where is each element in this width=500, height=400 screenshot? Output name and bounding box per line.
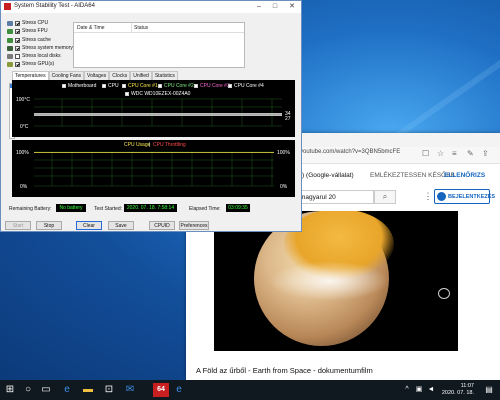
stop-button[interactable]: Stop [36,221,62,230]
close-icon[interactable]: ✕ [286,2,298,11]
memory-module-icon [7,45,13,51]
check-button[interactable]: ELLENŐRIZS [444,172,485,179]
search-input-value: magyarul 20 [300,194,336,201]
stress-disks-item[interactable]: Stress local disks [7,52,61,60]
disk-drive-icon [7,53,13,59]
remaining-battery-value: No battery [56,204,86,212]
elapsed-time-label: Elapsed Time: [189,206,221,212]
store-icon[interactable]: ⊡ [102,383,116,397]
stress-memory-label: Stress system memory [22,45,73,51]
stress-gpu-checkbox[interactable] [15,61,20,67]
clear-button[interactable]: Clear [76,221,102,230]
event-log-column-divider [131,23,132,32]
channel-watermark-icon [438,288,450,299]
stress-memory-item[interactable]: Stress system memory [7,44,73,52]
cpu-usage-grid [34,151,274,187]
cpuid-button[interactable]: CPUID [149,221,175,230]
notification-icon[interactable]: ▤ [482,383,496,397]
save-button[interactable]: Save [108,221,134,230]
taskbar-clock[interactable]: 11:07 2020. 07. 18. [442,383,474,397]
windows-start-icon[interactable]: ⊞ [3,383,17,397]
aida-app-icon [4,3,11,10]
tab-unified[interactable]: Unified [130,71,152,80]
tab-voltages[interactable]: Voltages [84,71,110,80]
file-explorer-icon[interactable]: ▬ [81,383,95,397]
clock-time: 11:07 [460,383,474,389]
gpu-card-icon [7,61,13,67]
sign-in-label: BEJELENTKEZÉS [448,194,496,200]
elapsed-time-value: 03:09:35 [226,204,250,212]
stress-disks-label: Stress local disks [22,53,61,59]
sign-in-button[interactable]: BEJELENTKEZÉS [434,189,495,204]
event-log-table[interactable]: Date & Time Status [73,22,245,68]
search-input[interactable]: magyarul 20 [296,190,374,204]
favorite-star-icon[interactable]: ☆ [437,150,444,158]
edge-browser-icon[interactable]: e [60,383,74,397]
test-started-value: 2020. 07. 18. 7:58:14 [124,204,177,212]
share-icon[interactable]: ⇪ [482,150,489,158]
account-icon [437,192,446,201]
favorites-list-icon[interactable]: ≡ [452,150,457,158]
stress-fpu-label: Stress FPU [22,28,48,34]
event-log-header-divider [74,32,244,33]
stress-memory-checkbox[interactable] [15,45,20,51]
stress-cache-label: Stress cache [22,37,51,43]
stress-cache-checkbox[interactable] [15,37,20,43]
event-log-header-datetime: Date & Time [77,25,105,31]
pen-icon[interactable]: ✎ [467,150,474,158]
channel-label: ló) (Google-vállalat) [297,172,354,179]
aida64-taskbar-icon[interactable]: 64 [153,383,169,397]
aida64-window: System Stability Test - AIDA64 – □ ✕ Str… [0,0,302,232]
maximize-icon[interactable]: □ [269,2,281,11]
stress-gpu-label: Stress GPU(s) [22,61,55,67]
task-view-icon[interactable]: ▭ [39,383,53,397]
temperature-grid [34,98,282,127]
aida-titlebar: System Stability Test - AIDA64 – □ ✕ [1,1,301,13]
preferences-button[interactable]: Preferences [179,221,209,230]
earth-cloud-swirl [269,261,389,301]
search-icon[interactable]: ○ [21,383,35,397]
stress-fpu-checkbox[interactable] [15,28,20,34]
volume-icon[interactable]: ◄ [424,383,438,397]
stress-cpu-label: Stress CPU [22,20,49,26]
clock-date: 2020. 07. 18. [441,390,474,396]
tab-cooling-fans[interactable]: Cooling Fans [48,71,85,80]
search-icon[interactable]: ⌕ [374,190,396,204]
video-title: A Föld az űrből - Earth from Space - dok… [196,366,373,375]
mail-icon[interactable]: ✉ [123,383,137,397]
stress-cpu-item[interactable]: Stress CPU [7,19,48,27]
tab-temperatures[interactable]: Temperatures [12,71,49,80]
temperature-plot [34,98,282,127]
graph-tabs: Temperatures Cooling Fans Voltages Clock… [12,71,178,80]
stress-cache-item[interactable]: Stress cache [7,36,51,44]
temperature-graph: Motherboard CPU CPU Core #1 CPU Core #2 … [12,80,295,137]
reading-view-icon[interactable]: ☐ [422,150,429,158]
event-log-header-status: Status [134,25,149,31]
video-player[interactable] [214,211,458,351]
taskbar: ⊞ ○ ▭ e ▬ ⊡ ✉ 64 e ^ ▣ ◄ 11:07 2020. 07.… [0,380,500,400]
cpu-usage-plot [34,151,274,187]
fpu-chip-icon [7,28,13,34]
aida-window-title: System Stability Test - AIDA64 [14,3,95,9]
remaining-battery-label: Remaining Battery: [9,206,52,212]
tab-statistics[interactable]: Statistics [151,71,178,80]
tab-clocks[interactable]: Clocks [109,71,131,80]
stress-cpu-checkbox[interactable] [15,20,20,26]
edge-active-icon[interactable]: e [172,383,186,397]
remind-later-button[interactable]: EMLÉKEZTESSEN KÉSŐBB [370,172,455,179]
cpu-usage-graph: CPU Usage | CPU Throttling 100% 0% 100% … [12,140,295,197]
address-bar[interactable]: youtube.com/watch?v=3QBN5bmcFE [300,149,400,155]
cpu-chip-icon [7,20,13,26]
minimize-icon[interactable]: – [253,2,265,11]
stress-disks-checkbox[interactable] [15,53,20,59]
stress-gpu-item[interactable]: Stress GPU(s) [7,60,54,68]
start-button[interactable]: Start [5,221,31,230]
cache-chip-icon [7,37,13,43]
stress-fpu-item[interactable]: Stress FPU [7,27,48,35]
more-vert-icon[interactable]: ⋮ [422,190,434,202]
test-started-label: Test Started: [94,206,123,212]
